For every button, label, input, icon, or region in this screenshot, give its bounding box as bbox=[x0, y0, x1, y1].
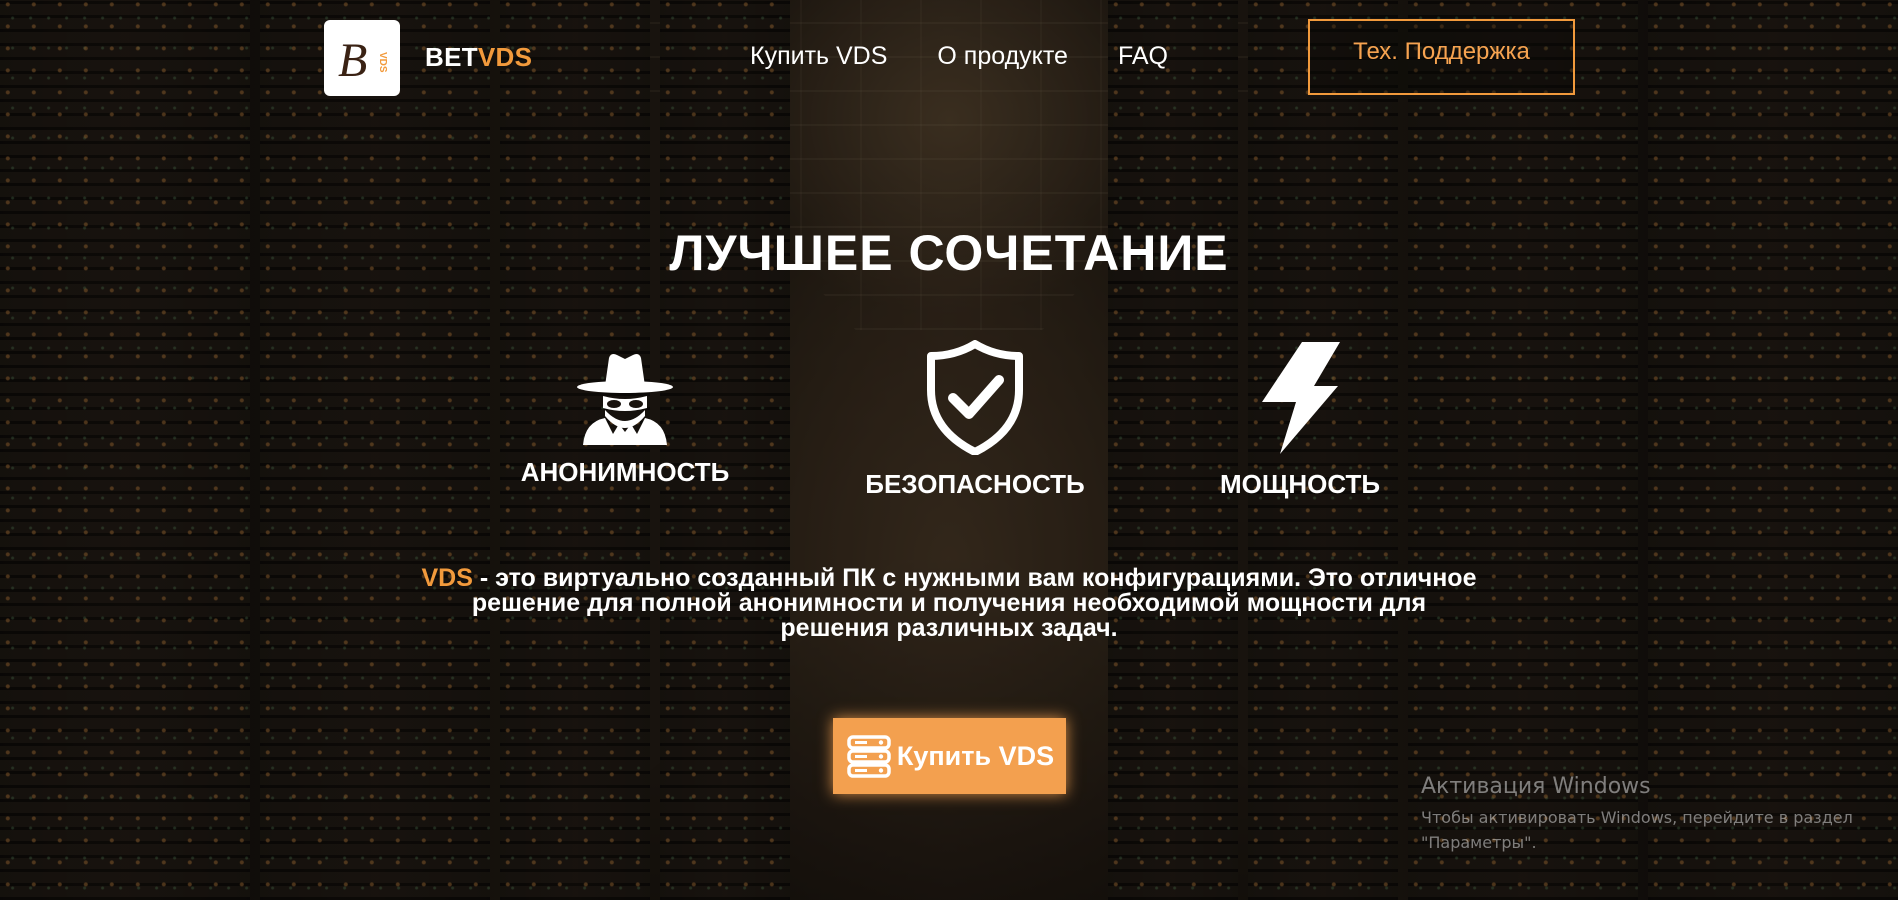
support-button[interactable]: Тех. Поддержка bbox=[1308, 19, 1575, 95]
page-title: ЛУЧШЕЕ СОЧЕТАНИЕ bbox=[669, 225, 1229, 281]
svg-text:B: B bbox=[338, 34, 367, 87]
feature-security: БЕЗОПАСНОСТЬ bbox=[850, 340, 1100, 500]
watermark-line-1: Чтобы активировать Windows, перейдите в … bbox=[1421, 808, 1853, 827]
watermark-title: Активация Windows bbox=[1421, 774, 1651, 799]
feature-security-label: БЕЗОПАСНОСТЬ bbox=[865, 469, 1085, 499]
buy-vds-button[interactable]: Купить VDS bbox=[833, 718, 1066, 794]
feature-power-label: МОЩНОСТЬ bbox=[1219, 469, 1381, 499]
description-text: - это виртуально созданный ПК с нужными … bbox=[471, 564, 1477, 642]
nav-link-about[interactable]: О продукте bbox=[937, 42, 1068, 71]
shield-check-icon bbox=[927, 340, 1023, 455]
spy-icon bbox=[577, 354, 673, 445]
brand-name-part1: BET bbox=[425, 42, 478, 72]
feature-power: МОЩНОСТЬ bbox=[1175, 340, 1425, 500]
product-description: VDS - это виртуально созданный ПК с нужн… bbox=[420, 566, 1478, 641]
watermark-line-2: "Параметры". bbox=[1421, 833, 1537, 852]
brand-name-part2: VDS bbox=[477, 42, 533, 72]
logo-mark-icon: B VDS bbox=[338, 34, 388, 87]
site-header: B VDS BETVDS Купить VDS О продукте FAQ Т… bbox=[0, 0, 1898, 110]
buy-vds-label: Купить VDS bbox=[896, 740, 1055, 771]
feature-anonymity: АНОНИМНОСТЬ bbox=[500, 350, 750, 488]
lightning-icon bbox=[1262, 342, 1340, 454]
server-icon bbox=[847, 735, 891, 778]
nav-link-buy-vds[interactable]: Купить VDS bbox=[750, 42, 887, 71]
windows-activation-watermark: Активация Windows Чтобы активировать Win… bbox=[1421, 774, 1853, 855]
description-highlight: VDS bbox=[421, 564, 473, 592]
nav-link-faq[interactable]: FAQ bbox=[1118, 42, 1168, 71]
brand-name[interactable]: BETVDS bbox=[425, 42, 532, 73]
logo[interactable]: B VDS bbox=[324, 20, 400, 96]
svg-text:VDS: VDS bbox=[377, 52, 388, 73]
main-nav: Купить VDS О продукте FAQ bbox=[750, 42, 1168, 71]
feature-anonymity-label: АНОНИМНОСТЬ bbox=[520, 457, 730, 487]
